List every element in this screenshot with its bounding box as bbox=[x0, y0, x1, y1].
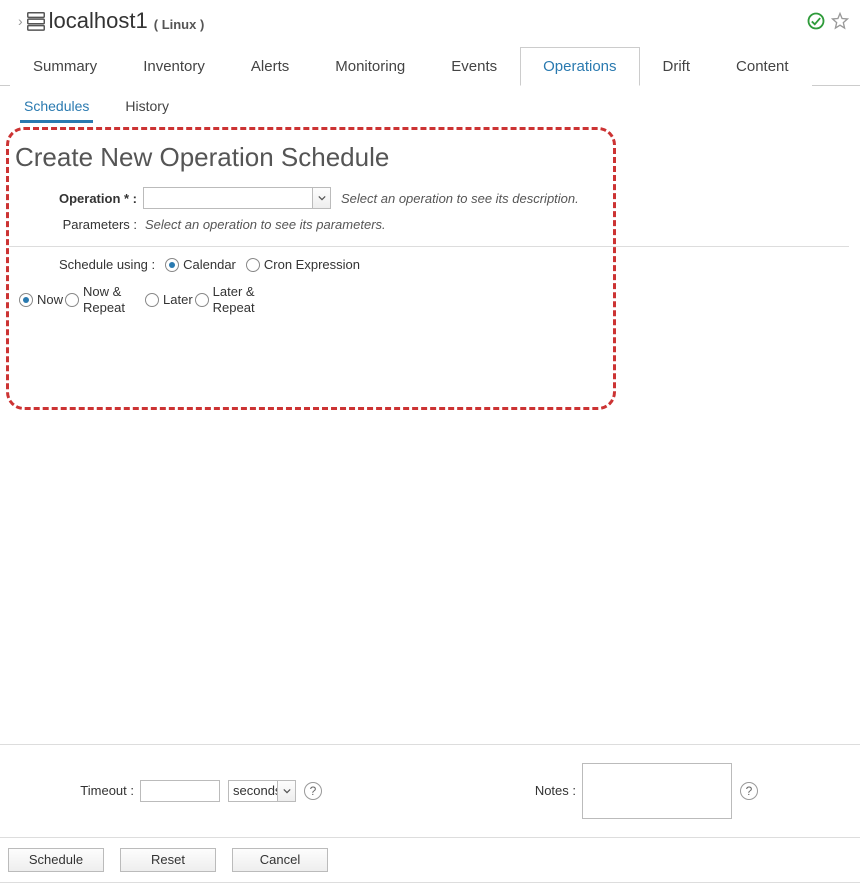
subtab-history[interactable]: History bbox=[121, 92, 173, 123]
radio-now-repeat[interactable] bbox=[65, 293, 79, 307]
radio-now-label: Now bbox=[37, 292, 63, 308]
schedule-button[interactable]: Schedule bbox=[8, 848, 104, 872]
reset-button[interactable]: Reset bbox=[120, 848, 216, 872]
operation-select[interactable] bbox=[143, 187, 331, 209]
chevron-down-icon[interactable] bbox=[312, 188, 330, 208]
timeout-unit-value: seconds bbox=[229, 781, 277, 801]
when-row: Now Now & Repeat Later Later & Repeat bbox=[13, 278, 609, 317]
page-title: localhost1 bbox=[49, 8, 148, 34]
help-icon[interactable]: ? bbox=[740, 782, 758, 800]
schedule-using-row: Schedule using : Calendar Cron Expressio… bbox=[13, 257, 609, 278]
operation-hint: Select an operation to see its descripti… bbox=[341, 191, 579, 206]
parameters-label: Parameters : bbox=[13, 217, 143, 232]
radio-now-repeat-label: Now & Repeat bbox=[83, 284, 143, 317]
footer-panel: Timeout : seconds ? Notes : ? bbox=[0, 744, 860, 838]
notes-textarea[interactable] bbox=[582, 763, 732, 819]
operation-row: Operation * : Select an operation to see… bbox=[13, 183, 609, 213]
radio-cron[interactable] bbox=[246, 258, 260, 272]
schedule-using-label: Schedule using : bbox=[59, 257, 155, 272]
breadcrumb-chevron-icon[interactable]: › bbox=[18, 13, 23, 29]
radio-now[interactable] bbox=[19, 293, 33, 307]
divider bbox=[9, 246, 849, 247]
favorite-star-icon[interactable] bbox=[826, 11, 850, 31]
page-subtitle: ( Linux ) bbox=[154, 17, 205, 32]
tab-operations[interactable]: Operations bbox=[520, 47, 639, 86]
notes-label: Notes : bbox=[522, 783, 582, 798]
tab-alerts[interactable]: Alerts bbox=[228, 47, 312, 86]
subtab-schedules[interactable]: Schedules bbox=[20, 92, 93, 123]
tab-drift[interactable]: Drift bbox=[640, 47, 714, 86]
timeout-unit-select[interactable]: seconds bbox=[228, 780, 296, 802]
radio-later-repeat[interactable] bbox=[195, 293, 209, 307]
help-icon[interactable]: ? bbox=[304, 782, 322, 800]
radio-later[interactable] bbox=[145, 293, 159, 307]
server-icon bbox=[25, 10, 47, 32]
page-header: › localhost1 ( Linux ) bbox=[0, 0, 860, 40]
radio-cron-label: Cron Expression bbox=[264, 257, 360, 272]
tab-events[interactable]: Events bbox=[428, 47, 520, 86]
status-ok-icon[interactable] bbox=[806, 11, 826, 31]
tabs-primary: Summary Inventory Alerts Monitoring Even… bbox=[0, 46, 860, 86]
radio-later-label: Later bbox=[163, 292, 193, 308]
timeout-input[interactable] bbox=[140, 780, 220, 802]
tab-summary[interactable]: Summary bbox=[10, 47, 120, 86]
create-schedule-panel: Create New Operation Schedule Operation … bbox=[6, 127, 616, 410]
tab-monitoring[interactable]: Monitoring bbox=[312, 47, 428, 86]
radio-calendar-label: Calendar bbox=[183, 257, 236, 272]
timeout-label: Timeout : bbox=[10, 783, 140, 798]
tab-content[interactable]: Content bbox=[713, 47, 812, 86]
radio-later-repeat-label: Later & Repeat bbox=[213, 284, 273, 317]
chevron-down-icon[interactable] bbox=[277, 781, 295, 801]
cancel-button[interactable]: Cancel bbox=[232, 848, 328, 872]
tab-inventory[interactable]: Inventory bbox=[120, 47, 228, 86]
button-row: Schedule Reset Cancel bbox=[0, 838, 860, 883]
radio-calendar[interactable] bbox=[165, 258, 179, 272]
tabs-secondary: Schedules History bbox=[0, 86, 860, 123]
section-title: Create New Operation Schedule bbox=[13, 140, 609, 183]
parameters-hint: Select an operation to see its parameter… bbox=[145, 217, 386, 232]
operation-label: Operation * : bbox=[13, 191, 143, 206]
parameters-row: Parameters : Select an operation to see … bbox=[13, 213, 609, 236]
